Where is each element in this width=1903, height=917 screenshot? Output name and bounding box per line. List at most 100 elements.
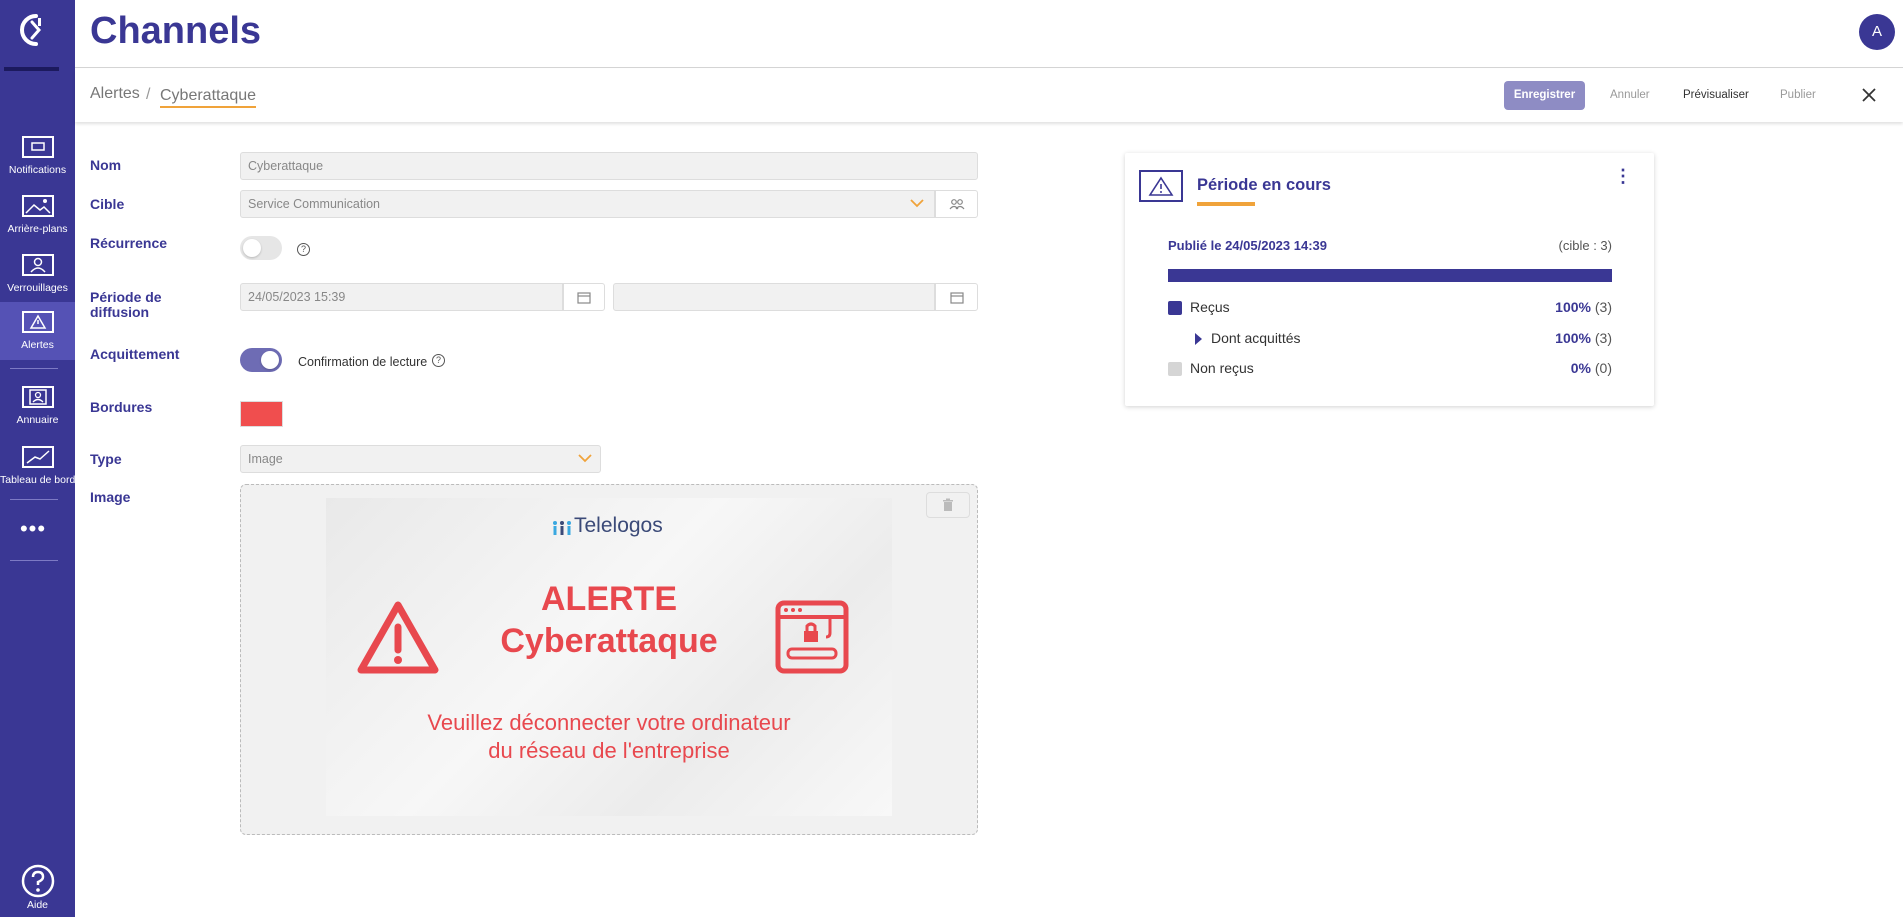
- period-label-line1: Période de: [90, 289, 162, 305]
- help-icon: [21, 864, 54, 898]
- sidebar-item-directory[interactable]: Annuaire: [0, 381, 75, 437]
- sidebar-item-label: Verrouillages: [7, 282, 68, 294]
- expand-caret-icon[interactable]: [1195, 333, 1202, 345]
- dashboard-icon: [21, 446, 54, 468]
- ack-help-icon[interactable]: ?: [432, 354, 445, 367]
- reception-progress-bar: [1168, 269, 1612, 282]
- notifications-icon: [21, 136, 54, 158]
- period-label-line2: diffusion: [90, 304, 150, 320]
- stat-percent: 100%: [1555, 299, 1591, 315]
- stat-label: Reçus: [1190, 299, 1230, 315]
- channels-logo-icon[interactable]: [12, 10, 52, 50]
- lock-screen-icon: [21, 254, 54, 276]
- borders-label: Bordures: [90, 399, 153, 415]
- sidebar: Notifications Arrière-plans Verrouillage…: [0, 0, 75, 917]
- breadcrumb-separator: /: [146, 86, 151, 103]
- period-start-calendar-button[interactable]: [563, 283, 605, 311]
- sidebar-item-label: Tableau de bord: [0, 474, 75, 486]
- stat-percent: 100%: [1555, 330, 1591, 346]
- alert-icon: [21, 311, 54, 333]
- card-title-underline: [1197, 202, 1255, 206]
- chevron-down-icon: [578, 454, 592, 463]
- stat-count: (0): [1594, 360, 1612, 376]
- reception-progress-fill: [1168, 269, 1612, 282]
- breadcrumb-current: Cyberattaque: [160, 87, 257, 108]
- image-label: Image: [90, 489, 131, 505]
- period-end-field[interactable]: [613, 283, 935, 311]
- trash-icon: [943, 498, 953, 511]
- type-label: Type: [90, 451, 122, 467]
- app-title: Channels: [90, 10, 262, 52]
- period-end-calendar-button[interactable]: [935, 283, 978, 311]
- sidebar-item-label: Arrière-plans: [7, 223, 68, 235]
- alert-icon: [1139, 170, 1183, 202]
- stat-count: (3): [1594, 299, 1612, 315]
- calendar-icon: [577, 291, 591, 304]
- ack-toggle[interactable]: [240, 348, 282, 372]
- sidebar-item-backgrounds[interactable]: Arrière-plans: [0, 190, 75, 246]
- publish-button[interactable]: Publier: [1780, 89, 1816, 101]
- period-stats-card: Période en cours ⋮ Publié le 24/05/2023 …: [1125, 153, 1654, 406]
- close-icon[interactable]: [1859, 85, 1879, 105]
- group-icon: [949, 199, 964, 210]
- ack-label: Acquittement: [90, 346, 180, 362]
- recurrence-label: Récurrence: [90, 235, 168, 251]
- target-count: (cible : 3): [1558, 238, 1612, 253]
- name-label: Nom: [90, 157, 122, 173]
- chevron-down-icon: [910, 199, 924, 208]
- sidebar-divider: [10, 560, 58, 561]
- legend-swatch: [1168, 362, 1182, 376]
- published-date: Publié le 24/05/2023 14:39: [1168, 238, 1327, 253]
- card-title: Période en cours: [1197, 176, 1331, 194]
- legend-swatch: [1168, 301, 1182, 315]
- stat-row-acknowledged: Dont acquittés 100% (3): [1168, 329, 1612, 347]
- breadcrumb-root[interactable]: Alertes: [90, 85, 140, 103]
- alert-image-preview: Telelogos ALERTE Cyberattaque Veuillez d…: [326, 498, 892, 816]
- calendar-icon: [949, 291, 964, 304]
- card-menu-icon[interactable]: ⋮: [1614, 167, 1632, 191]
- backgrounds-icon: [21, 195, 54, 217]
- sidebar-divider: [10, 499, 58, 500]
- action-bar: Alertes / Cyberattaque Enregistrer Annul…: [75, 69, 1903, 122]
- avatar[interactable]: A: [1859, 14, 1895, 50]
- name-field[interactable]: Cyberattaque: [240, 152, 978, 180]
- type-select[interactable]: Image: [240, 445, 601, 473]
- recurrence-help-icon[interactable]: ?: [297, 243, 310, 256]
- ack-option-label: Confirmation de lecture: [298, 355, 428, 369]
- stat-label: Dont acquittés: [1211, 330, 1301, 346]
- sidebar-item-dashboard[interactable]: Tableau de bord: [0, 441, 75, 497]
- logo-underline: [4, 67, 59, 71]
- app-header: Channels A: [75, 0, 1903, 68]
- recurrence-toggle[interactable]: [240, 236, 282, 260]
- period-start-field[interactable]: 24/05/2023 15:39: [240, 283, 563, 311]
- border-color-swatch[interactable]: [240, 401, 283, 427]
- stat-row-not-received: Non reçus 0% (0): [1168, 359, 1612, 377]
- stat-percent: 0%: [1570, 360, 1591, 376]
- target-picker-button[interactable]: [935, 190, 978, 218]
- sidebar-item-label: Annuaire: [16, 414, 59, 426]
- sidebar-item-help[interactable]: Aide: [0, 864, 75, 917]
- stat-value: 100% (3): [1555, 330, 1612, 346]
- sidebar-item-label: Alertes: [21, 339, 54, 351]
- stat-row-received: Reçus 100% (3): [1168, 298, 1612, 316]
- cancel-button[interactable]: Annuler: [1610, 89, 1650, 101]
- toggle-knob: [261, 351, 279, 369]
- sidebar-item-label: Notifications: [8, 164, 67, 176]
- image-brand-text: Telelogos: [574, 514, 663, 537]
- preview-button[interactable]: Prévisualiser: [1683, 89, 1749, 101]
- hacked-browser-icon: [775, 600, 849, 674]
- sidebar-item-locks[interactable]: Verrouillages: [0, 249, 75, 305]
- save-button[interactable]: Enregistrer: [1504, 81, 1585, 110]
- target-select[interactable]: Service Communication: [240, 190, 935, 218]
- stat-count: (3): [1594, 330, 1612, 346]
- telelogos-logo-icon: [553, 521, 571, 535]
- stat-label: Non reçus: [1190, 360, 1254, 376]
- sidebar-item-notifications[interactable]: Notifications: [0, 131, 75, 187]
- target-select-value: Service Communication: [248, 197, 380, 211]
- more-menu-icon[interactable]: •••: [18, 518, 48, 540]
- delete-image-button[interactable]: [926, 492, 970, 518]
- target-label: Cible: [90, 196, 125, 212]
- stat-value: 0% (0): [1571, 360, 1612, 376]
- sidebar-item-alerts[interactable]: Alertes: [0, 302, 75, 360]
- image-message-line1: Veuillez déconnecter votre ordinateur: [427, 710, 791, 735]
